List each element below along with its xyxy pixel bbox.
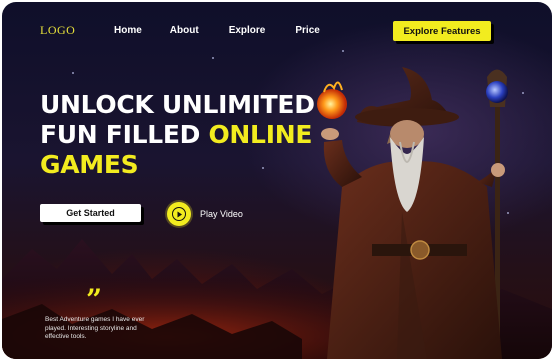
- explore-features-button[interactable]: Explore Features: [393, 21, 491, 41]
- fireball-icon: [317, 89, 347, 119]
- nav-home[interactable]: Home: [114, 25, 142, 36]
- main-nav: Home About Explore Price: [114, 25, 350, 36]
- play-video-label: Play Video: [200, 209, 243, 219]
- testimonial-text: Best Adventure games I have ever played.…: [45, 316, 145, 340]
- headline-accent-online: ONLINE: [208, 120, 313, 149]
- hero-frame: LOGO Home About Explore Price Explore Fe…: [2, 2, 552, 359]
- staff-orb-icon: [486, 81, 508, 103]
- nav-explore[interactable]: Explore: [229, 25, 266, 36]
- headline-accent-games: GAMES: [40, 150, 139, 179]
- headline-line-2-text: FUN FILLED: [40, 120, 209, 149]
- logo[interactable]: LOGO: [40, 23, 75, 38]
- nav-about[interactable]: About: [170, 25, 199, 36]
- play-button-circle[interactable]: [167, 202, 191, 226]
- headline-line-2: FUN FILLED ONLINE: [40, 120, 315, 150]
- nav-price[interactable]: Price: [295, 25, 319, 36]
- play-video-button[interactable]: Play Video: [167, 202, 243, 226]
- star: [212, 57, 214, 59]
- wizard-illustration: [317, 67, 508, 359]
- headline-line-1: UNLOCK UNLIMITED: [40, 90, 315, 119]
- quote-icon: ”: [86, 283, 103, 316]
- star: [72, 72, 74, 74]
- star: [342, 50, 344, 52]
- hero-headline: UNLOCK UNLIMITED FUN FILLED ONLINE GAMES: [40, 90, 315, 180]
- play-icon: [172, 207, 186, 221]
- get-started-button[interactable]: Get Started: [40, 204, 141, 222]
